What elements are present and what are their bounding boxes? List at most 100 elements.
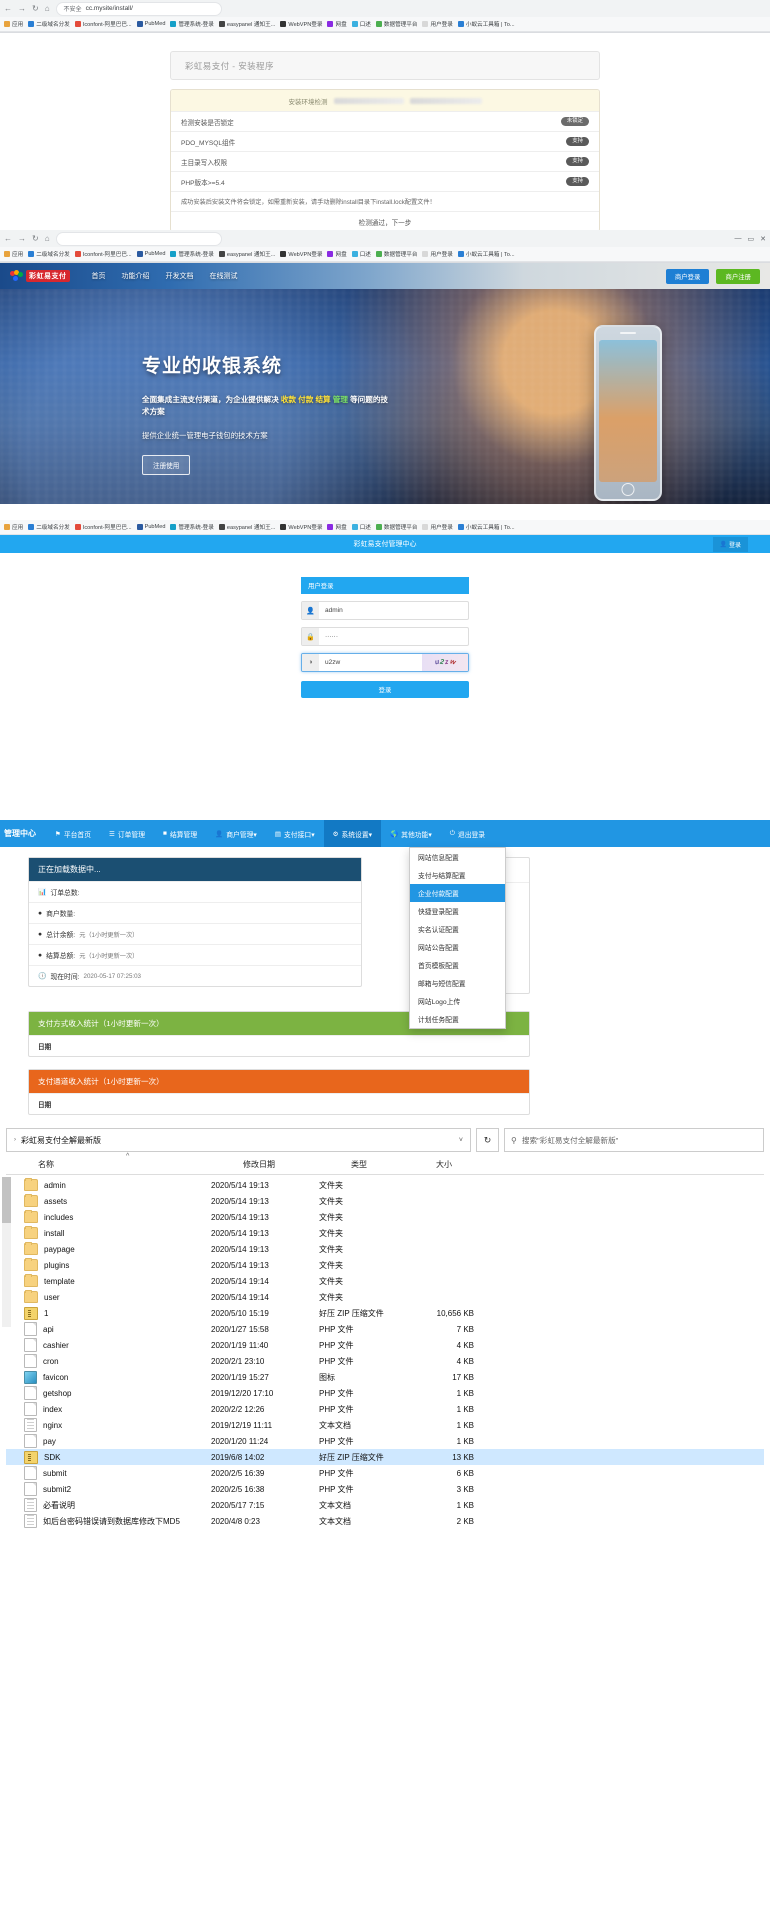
column-header-size[interactable]: 大小 xyxy=(436,1159,506,1170)
refresh-button[interactable]: ↻ xyxy=(476,1128,499,1152)
bookmark-item[interactable]: WebVPN登录 xyxy=(280,20,322,28)
close-icon[interactable]: ✕ xyxy=(760,235,766,243)
merchant-login-button[interactable]: 商户登录 xyxy=(666,269,710,284)
table-row[interactable]: nginx2019/12/19 11:11文本文档1 KB xyxy=(6,1417,764,1433)
home-icon[interactable]: ⌂ xyxy=(45,4,50,13)
explorer-scrollbar[interactable] xyxy=(2,1177,11,1327)
bookmark-item[interactable]: 用户登录 xyxy=(422,523,452,531)
bookmark-item[interactable]: 口述 xyxy=(352,250,371,258)
reload-icon[interactable]: ↻ xyxy=(32,4,39,13)
table-row[interactable]: admin2020/5/14 19:13文件夹 xyxy=(6,1177,764,1193)
table-row[interactable]: template2020/5/14 19:14文件夹 xyxy=(6,1273,764,1289)
back-icon[interactable]: ← xyxy=(4,4,12,13)
bookmark-item[interactable]: 二级域名分发 xyxy=(28,250,70,258)
table-row[interactable]: index2020/2/2 12:26PHP 文件1 KB xyxy=(6,1401,764,1417)
maximize-icon[interactable]: ▭ xyxy=(748,235,755,243)
bookmark-item[interactable]: PubMed xyxy=(137,524,166,530)
site-nav-home[interactable]: 首页 xyxy=(92,271,106,281)
search-box[interactable]: ⚲ 搜索"彩虹易支付全解最新版" xyxy=(504,1128,764,1152)
bookmark-item[interactable]: 小蚁云工具箱 | To... xyxy=(458,20,515,28)
bookmark-item[interactable]: 数据管理平台 xyxy=(376,250,418,258)
dd-realname-auth-config[interactable]: 实名认证配置 xyxy=(410,920,505,938)
bookmark-item[interactable]: 管理系统-登录 xyxy=(170,523,213,531)
site-nav-demo[interactable]: 在线测试 xyxy=(210,271,238,281)
column-header-type[interactable]: 类型 xyxy=(351,1159,436,1170)
table-row[interactable]: 12020/5/10 15:19好压 ZIP 压缩文件10,656 KB xyxy=(6,1305,764,1321)
table-row[interactable]: install2020/5/14 19:13文件夹 xyxy=(6,1225,764,1241)
table-row[interactable]: 如后台密码错误请到数据库修改下MD52020/4/8 0:23文本文档2 KB xyxy=(6,1513,764,1529)
bookmark-item[interactable]: 网盘 xyxy=(327,20,346,28)
bookmark-item[interactable]: WebVPN登录 xyxy=(280,250,322,258)
minimize-icon[interactable]: — xyxy=(735,235,742,243)
login-submit-button[interactable]: 登录 xyxy=(301,681,469,698)
bookmark-item[interactable]: 数据管理平台 xyxy=(376,20,418,28)
address-path-bar[interactable]: › 彩虹易支付全解最新版 ˅ xyxy=(6,1128,471,1152)
table-row-selected[interactable]: SDK2019/6/8 14:02好压 ZIP 压缩文件13 KB xyxy=(6,1449,764,1465)
nav-other-functions[interactable]: 🌎其他功能▾ xyxy=(381,820,441,847)
bookmark-item[interactable]: 口述 xyxy=(352,523,371,531)
bookmark-item[interactable]: 二级域名分发 xyxy=(28,20,70,28)
nav-order-manage[interactable]: ☰订单管理 xyxy=(100,820,154,847)
bookmark-item[interactable]: easypanel 通知王... xyxy=(219,20,276,28)
home-icon[interactable]: ⌂ xyxy=(45,234,50,243)
captcha-image[interactable]: u 2 z w xyxy=(422,654,468,671)
site-logo[interactable]: 彩虹易支付 xyxy=(10,270,70,283)
bookmark-item[interactable]: 口述 xyxy=(352,20,371,28)
table-row[interactable]: paypage2020/5/14 19:13文件夹 xyxy=(6,1241,764,1257)
nav-logout[interactable]: ⏻退出登录 xyxy=(441,820,494,847)
table-row[interactable]: getshop2019/12/20 17:10PHP 文件1 KB xyxy=(6,1385,764,1401)
bookmark-item[interactable]: 小蚁云工具箱 | To... xyxy=(458,523,515,531)
dd-quick-login-config[interactable]: 快捷登录配置 xyxy=(410,902,505,920)
forward-icon[interactable]: → xyxy=(18,4,26,13)
nav-payment-interface[interactable]: ▤支付接口▾ xyxy=(266,820,324,847)
bookmark-item[interactable]: easypanel 通知王... xyxy=(219,523,276,531)
bookmark-item[interactable]: 应用 xyxy=(4,523,23,531)
bookmark-item[interactable]: 应用 xyxy=(4,250,23,258)
table-row[interactable]: api2020/1/27 15:58PHP 文件7 KB xyxy=(6,1321,764,1337)
bookmark-item[interactable]: 应用 xyxy=(4,20,23,28)
bookmark-item[interactable]: 管理系统-登录 xyxy=(170,250,213,258)
table-row[interactable]: 必看说明2020/5/17 7:15文本文档1 KB xyxy=(6,1497,764,1513)
password-field-wrap[interactable]: 🔒 xyxy=(301,627,469,646)
bookmark-item[interactable]: 用户登录 xyxy=(422,20,452,28)
nav-settlement-manage[interactable]: ■结算管理 xyxy=(154,820,206,847)
nav-platform-home[interactable]: ⚑平台首页 xyxy=(46,820,100,847)
forward-icon[interactable]: → xyxy=(18,234,26,243)
password-input[interactable] xyxy=(319,627,468,646)
bookmark-item[interactable]: 二级域名分发 xyxy=(28,523,70,531)
dd-cron-task-config[interactable]: 计划任务配置 xyxy=(410,1010,505,1028)
address-bar-2[interactable] xyxy=(56,232,222,246)
table-row[interactable]: cashier2020/1/19 11:40PHP 文件4 KB xyxy=(6,1337,764,1353)
back-icon[interactable]: ← xyxy=(4,234,12,243)
username-field-wrap[interactable]: 👤 xyxy=(301,601,469,620)
captcha-field-wrap[interactable]: ◑ u 2 z w xyxy=(301,653,469,672)
bookmark-item[interactable]: 用户登录 xyxy=(422,250,452,258)
chevron-down-icon[interactable]: ˅ xyxy=(459,1137,463,1144)
bookmark-item[interactable]: easypanel 通知王... xyxy=(219,250,276,258)
dd-site-notice-config[interactable]: 网站公告配置 xyxy=(410,938,505,956)
bookmark-item[interactable]: 管理系统-登录 xyxy=(170,20,213,28)
nav-merchant-manage[interactable]: 👤商户管理▾ xyxy=(206,820,266,847)
installer-next-button[interactable]: 检测通过，下一步 xyxy=(171,211,599,231)
merchant-register-button[interactable]: 商户注册 xyxy=(716,269,760,284)
nav-system-settings[interactable]: ⚙系统设置▾ xyxy=(324,820,381,847)
table-row[interactable]: submit22020/2/5 16:38PHP 文件3 KB xyxy=(6,1481,764,1497)
hero-register-button[interactable]: 注册使用 xyxy=(142,455,190,475)
table-row[interactable]: submit2020/2/5 16:39PHP 文件6 KB xyxy=(6,1465,764,1481)
scrollbar-track[interactable] xyxy=(2,1177,11,1327)
bookmark-item[interactable]: 小蚁云工具箱 | To... xyxy=(458,250,515,258)
table-row[interactable]: includes2020/5/14 19:13文件夹 xyxy=(6,1209,764,1225)
table-row[interactable]: plugins2020/5/14 19:13文件夹 xyxy=(6,1257,764,1273)
captcha-input[interactable] xyxy=(319,653,422,672)
bookmark-item[interactable]: Iconfont-阿里巴巴... xyxy=(75,20,132,28)
username-input[interactable] xyxy=(319,601,468,620)
dd-mail-sms-config[interactable]: 邮箱与短信配置 xyxy=(410,974,505,992)
address-bar[interactable]: 不安全 cc.mysite/install/ xyxy=(56,2,222,16)
bookmark-item[interactable]: 数据管理平台 xyxy=(376,523,418,531)
bookmark-item[interactable]: Iconfont-阿里巴巴... xyxy=(75,250,132,258)
table-row[interactable]: pay2020/1/20 11:24PHP 文件1 KB xyxy=(6,1433,764,1449)
table-row[interactable]: cron2020/2/1 23:10PHP 文件4 KB xyxy=(6,1353,764,1369)
site-nav-features[interactable]: 功能介绍 xyxy=(122,271,150,281)
dd-enterprise-payment-config[interactable]: 企业付款配置 xyxy=(410,884,505,902)
dd-home-template-config[interactable]: 首页模板配置 xyxy=(410,956,505,974)
